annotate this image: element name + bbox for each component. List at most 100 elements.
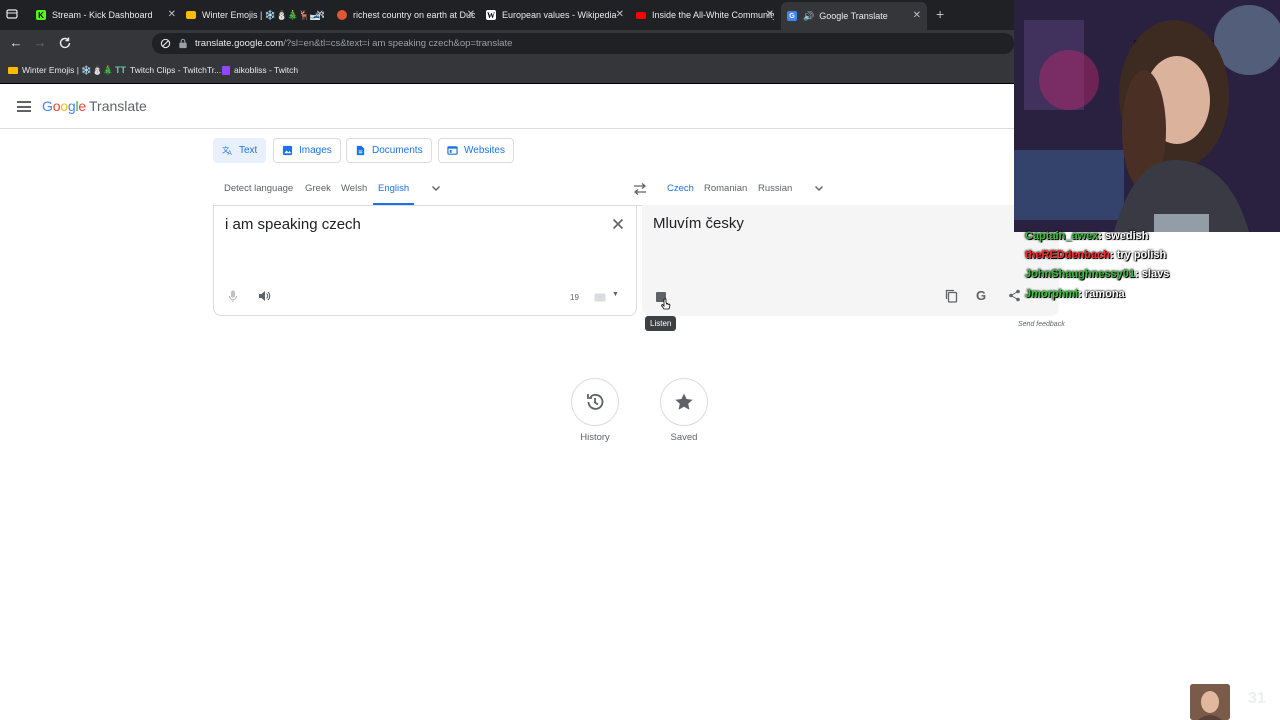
- translation-text: Mluvím česky: [653, 215, 744, 232]
- mode-label: Documents: [372, 145, 423, 156]
- url-domain: translate.google.com: [195, 38, 284, 49]
- forward-icon[interactable]: →: [32, 35, 48, 51]
- saved-button[interactable]: [660, 378, 708, 426]
- youtube-icon: [636, 11, 646, 19]
- browser-tab[interactable]: K Stream - Kick Dashboard ✕: [36, 4, 176, 26]
- bookmark-label: Winter Emojis | ❄️⛄🎄: [22, 65, 114, 75]
- swap-languages-icon[interactable]: [632, 182, 648, 196]
- url-text: translate.google.com/?sl=en&tl=cs&text=i…: [195, 38, 512, 49]
- mouse-cursor-icon: [661, 298, 671, 310]
- chat-username: theREDdenbach: [1025, 249, 1110, 261]
- chat-message: Captain_awex: swedish: [1025, 230, 1149, 242]
- logo-product: Translate: [89, 98, 147, 114]
- viewer-count: 31: [1248, 690, 1266, 707]
- bookmark-label: aikobliss - Twitch: [234, 65, 299, 75]
- tab-label: Winter Emojis | ❄️⛄🎄🦌🎿❄️: [202, 9, 324, 20]
- browser-tab[interactable]: richest country on earth at Duck ✕: [337, 4, 475, 26]
- svg-text:A: A: [228, 150, 233, 156]
- audio-playing-icon[interactable]: 🔊: [803, 11, 814, 22]
- browser-tab[interactable]: Winter Emojis | ❄️⛄🎄🦌🎿❄️ ✕: [186, 4, 324, 26]
- mode-label: Images: [299, 145, 332, 156]
- microphone-icon[interactable]: [226, 289, 240, 303]
- chat-text: swedish: [1105, 230, 1149, 242]
- chat-message: Jmorphmi: ramona: [1025, 288, 1125, 300]
- close-icon[interactable]: ✕: [913, 10, 921, 21]
- close-icon[interactable]: ✕: [168, 9, 176, 20]
- copy-icon[interactable]: [945, 289, 958, 303]
- source-lang-detect[interactable]: Detect language: [224, 183, 293, 194]
- translate-icon: 文 A: [222, 145, 233, 156]
- browser-tab[interactable]: W European values - Wikipedia ✕: [486, 4, 624, 26]
- saved-label: Saved: [670, 432, 698, 443]
- website-icon: [447, 146, 458, 155]
- close-icon[interactable]: ✕: [467, 9, 475, 20]
- hamburger-menu-icon[interactable]: [17, 101, 31, 112]
- mode-text-button[interactable]: 文 A Text: [213, 138, 267, 163]
- chat-username: Jmorphmi: [1025, 288, 1079, 300]
- mode-websites-button[interactable]: Websites: [438, 138, 514, 163]
- target-lang-czech[interactable]: Czech: [667, 183, 694, 194]
- close-icon[interactable]: ✕: [316, 9, 324, 20]
- bookmark-item[interactable]: aikobliss - Twitch: [222, 65, 298, 75]
- address-bar[interactable]: translate.google.com/?sl=en&tl=cs&text=i…: [152, 33, 1014, 54]
- keyboard-icon[interactable]: [594, 293, 606, 302]
- chevron-down-icon[interactable]: [430, 182, 442, 194]
- browser-tab-active[interactable]: G 🔊 Google Translate ✕: [781, 2, 927, 30]
- webcam-streamer-image: [1014, 0, 1280, 232]
- folder-icon: [8, 67, 18, 74]
- source-lang-welsh[interactable]: Welsh: [341, 183, 367, 194]
- target-lang-romanian[interactable]: Romanian: [704, 183, 747, 194]
- tab-label: Google Translate: [819, 11, 888, 21]
- source-lang-greek[interactable]: Greek: [305, 183, 331, 194]
- chat-text: slavs: [1141, 268, 1170, 280]
- document-icon: [356, 145, 365, 156]
- source-text-input[interactable]: i am speaking czech: [225, 216, 361, 233]
- star-icon: [675, 393, 693, 410]
- tab-label: Stream - Kick Dashboard: [52, 10, 153, 20]
- google-wordmark: Google: [42, 98, 86, 114]
- clear-icon[interactable]: [610, 216, 626, 232]
- chat-message: theREDdenbach: try polish: [1025, 249, 1167, 261]
- translate-header: Google Translate: [0, 85, 1014, 129]
- mode-label: Websites: [464, 145, 505, 156]
- duckduckgo-icon: [337, 10, 347, 20]
- send-feedback-link[interactable]: Send feedback: [1018, 321, 1065, 328]
- close-icon[interactable]: ✕: [616, 9, 624, 20]
- history-icon: [587, 394, 604, 410]
- folder-icon: [186, 11, 196, 19]
- bookmark-item[interactable]: Winter Emojis | ❄️⛄🎄: [8, 65, 113, 76]
- close-icon[interactable]: ✕: [766, 9, 774, 20]
- chevron-down-icon[interactable]: ▼: [612, 291, 619, 298]
- listen-tooltip: Listen: [645, 316, 677, 331]
- google-translate-icon: G: [787, 11, 797, 21]
- chat-username: JohnShaughnessy01: [1025, 268, 1136, 280]
- chevron-down-icon[interactable]: [813, 182, 825, 194]
- bookmarks-bar: Winter Emojis | ❄️⛄🎄 TT Twitch Clips - T…: [0, 56, 1014, 84]
- mode-documents-button[interactable]: Documents: [346, 138, 432, 163]
- new-tab-icon[interactable]: +: [936, 6, 944, 22]
- source-lang-english[interactable]: English: [378, 183, 409, 194]
- site-info-icon[interactable]: [160, 38, 171, 49]
- mode-images-button[interactable]: Images: [273, 138, 341, 163]
- twitchtracker-icon: TT: [115, 65, 126, 75]
- kick-icon: K: [36, 10, 46, 20]
- tab-label: European values - Wikipedia: [502, 10, 617, 20]
- google-search-icon[interactable]: G: [976, 288, 986, 303]
- bookmark-item[interactable]: TT Twitch Clips - TwitchTr...: [115, 65, 221, 75]
- history-label: History: [580, 432, 610, 443]
- stream-chat-overlay: Captain_awex: swedish theREDdenbach: try…: [1020, 228, 1280, 308]
- tab-label: richest country on earth at Duck: [353, 10, 475, 20]
- lock-icon: [179, 38, 187, 49]
- chat-message: JohnShaughnessy01: slavs: [1025, 268, 1170, 280]
- reload-icon[interactable]: [57, 35, 73, 51]
- tab-search-icon[interactable]: [6, 8, 18, 20]
- chat-text: ramona: [1084, 288, 1125, 300]
- browser-tab[interactable]: Inside the All-White Community ✕: [636, 4, 774, 26]
- twitch-icon: [222, 65, 230, 75]
- google-translate-logo[interactable]: Google Translate: [42, 98, 147, 114]
- history-button[interactable]: [571, 378, 619, 426]
- target-lang-russian[interactable]: Russian: [758, 183, 792, 194]
- speaker-icon[interactable]: [257, 289, 271, 303]
- back-icon[interactable]: ←: [8, 35, 24, 51]
- mode-label: Text: [239, 145, 258, 156]
